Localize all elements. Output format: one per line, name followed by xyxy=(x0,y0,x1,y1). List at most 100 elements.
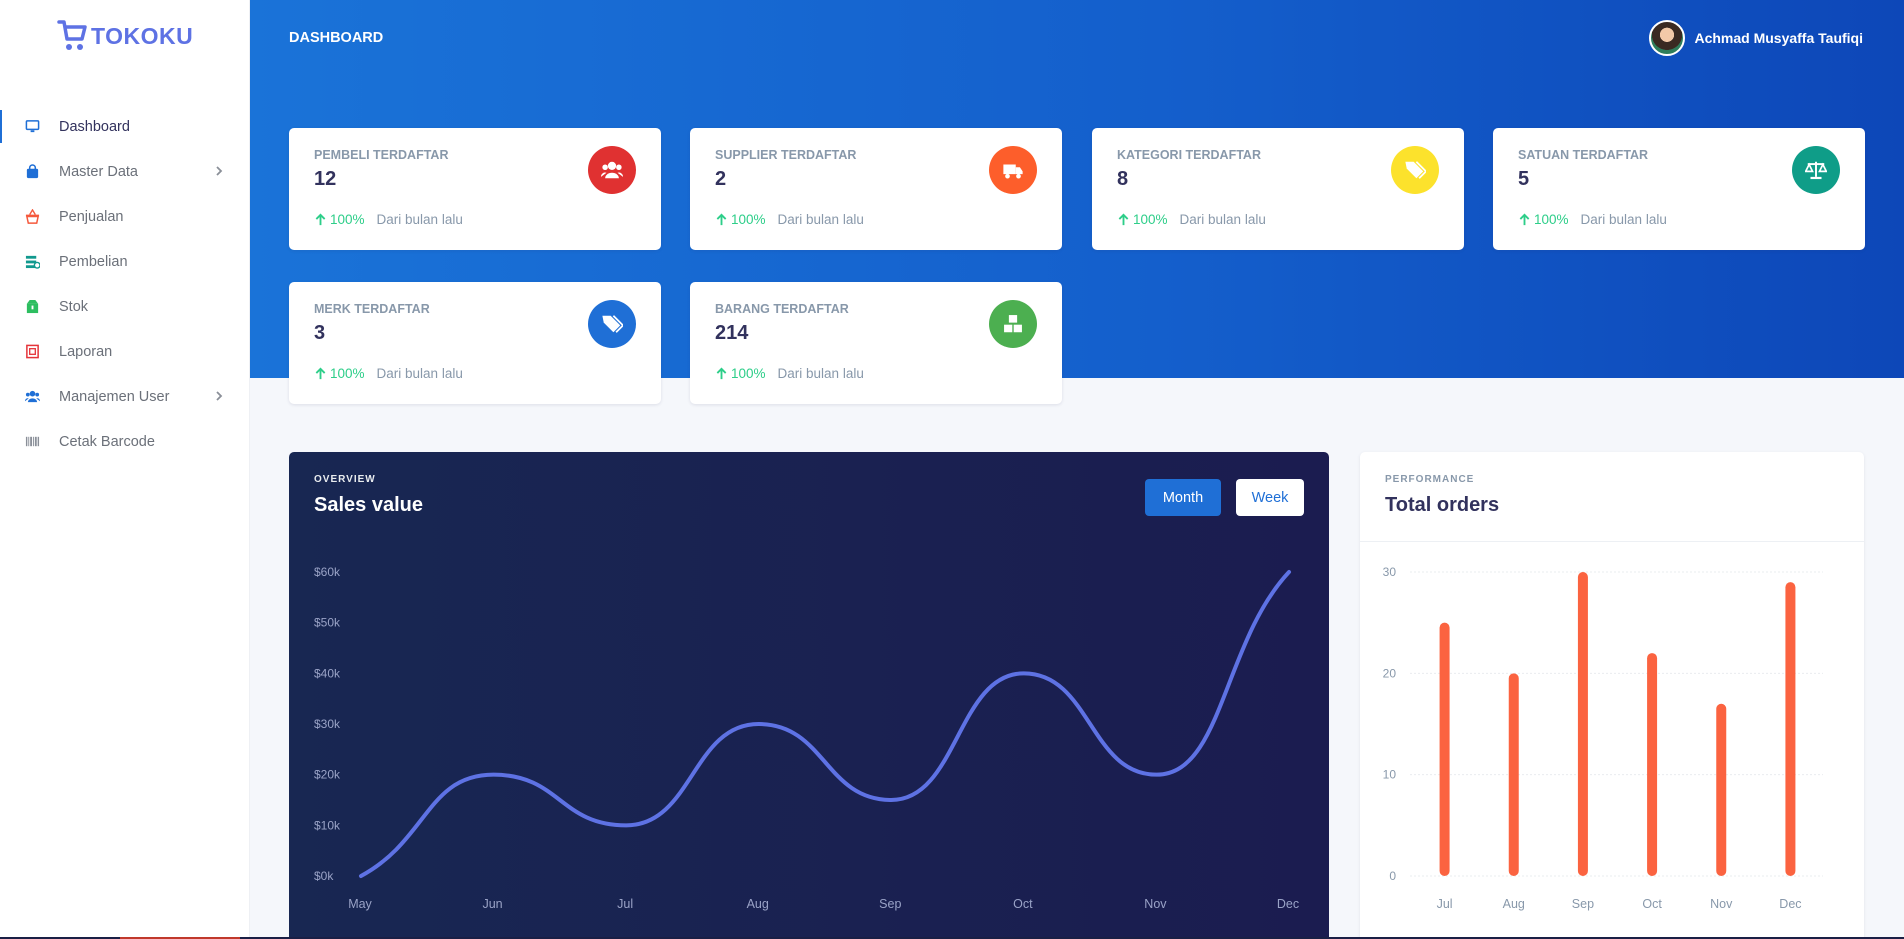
stat-percent: 100% xyxy=(731,212,766,227)
stat-caption: Dari bulan lalu xyxy=(777,212,864,227)
stat-caption: Dari bulan lalu xyxy=(1179,212,1266,227)
bag-icon xyxy=(24,164,40,180)
sidebar-item-label: Cetak Barcode xyxy=(59,433,155,450)
stat-card: SUPPLIER TERDAFTAR 2 100% Dari bulan lalu xyxy=(690,128,1062,250)
cart-icon xyxy=(57,20,87,50)
orders-bar[interactable] xyxy=(1647,653,1658,876)
arrow-up-icon xyxy=(716,367,727,380)
week-button[interactable]: Week xyxy=(1236,479,1304,516)
stat-caption: Dari bulan lalu xyxy=(1580,212,1667,227)
stat-trend: 100% Dari bulan lalu xyxy=(314,366,463,381)
orders-bar[interactable] xyxy=(1439,622,1450,876)
stat-percent: 100% xyxy=(330,212,365,227)
stat-icon-badge xyxy=(1792,146,1840,194)
y-tick-label: 10 xyxy=(1383,768,1397,782)
balance-scale-icon xyxy=(1805,161,1827,180)
orders-bar-chart: 0 10 20 30 Jul Aug Sep Oct Nov Dec xyxy=(1383,565,1823,911)
tags-icon xyxy=(602,315,623,333)
sidebar-item-laporan[interactable]: Laporan xyxy=(0,329,250,374)
sidebar-nav: Dashboard Master Data Penjualan Pembelian St… xyxy=(0,104,250,464)
y-tick-label: $60k xyxy=(314,565,341,579)
monitor-icon xyxy=(24,119,40,135)
stat-trend: 100% Dari bulan lalu xyxy=(314,212,463,227)
sidebar-item-manajemen-user[interactable]: Manajemen User xyxy=(0,374,250,419)
y-tick-label: $10k xyxy=(314,818,341,832)
box-icon xyxy=(24,299,40,315)
stat-card: KATEGORI TERDAFTAR 8 100% Dari bulan lalu xyxy=(1092,128,1464,250)
x-tick-label: Jul xyxy=(1437,897,1453,911)
report-icon xyxy=(24,344,40,360)
stat-value: 2 xyxy=(715,168,727,190)
tags-icon xyxy=(1405,161,1426,179)
y-tick-label: 20 xyxy=(1383,666,1397,680)
orders-chart-card: PERFORMANCE Total orders 0 10 20 30 Jul Aug Se… xyxy=(1360,452,1864,939)
sales-overline: OVERVIEW xyxy=(314,474,376,485)
orders-bar[interactable] xyxy=(1577,572,1588,876)
page-title: DASHBOARD xyxy=(289,30,384,46)
sales-title: Sales value xyxy=(314,494,423,516)
brand-logo[interactable]: TOKOKU xyxy=(57,18,193,54)
stat-card: BARANG TERDAFTAR 214 100% Dari bulan lalu xyxy=(690,282,1062,404)
sidebar-item-label: Manajemen User xyxy=(59,388,170,405)
sidebar-item-dashboard[interactable]: Dashboard xyxy=(0,104,250,149)
stat-percent: 100% xyxy=(731,366,766,381)
stat-caption: Dari bulan lalu xyxy=(777,366,864,381)
stat-icon-badge xyxy=(989,146,1037,194)
user-name: Achmad Musyaffa Taufiqi xyxy=(1694,30,1863,46)
y-tick-label: 0 xyxy=(1389,869,1396,883)
x-tick-label: Aug xyxy=(1503,897,1525,911)
orders-bar[interactable] xyxy=(1508,673,1519,876)
stat-title: BARANG TERDAFTAR xyxy=(715,302,849,316)
arrow-up-icon xyxy=(1118,213,1129,226)
sidebar-item-stok[interactable]: Stok xyxy=(0,284,250,329)
sidebar-item-label: Master Data xyxy=(59,163,138,180)
stat-trend: 100% Dari bulan lalu xyxy=(715,212,864,227)
sales-line-chart: $0k $10k $20k $30k $40k $50k $60k May Jun Jul Aug S… xyxy=(314,565,1299,911)
sidebar-item-pembelian[interactable]: Pembelian xyxy=(0,239,250,284)
avatar xyxy=(1649,20,1686,56)
monitor-icon xyxy=(25,120,39,133)
sidebar-item-cetak-barcode[interactable]: Cetak Barcode xyxy=(0,419,250,464)
y-tick-label: $0k xyxy=(314,869,334,883)
barcode-icon xyxy=(24,434,40,450)
y-tick-label: 30 xyxy=(1383,565,1397,579)
orders-bar[interactable] xyxy=(1785,582,1796,876)
x-tick-label: Jul xyxy=(617,897,633,911)
stat-caption: Dari bulan lalu xyxy=(376,366,463,381)
sidebar-item-label: Stok xyxy=(59,298,89,315)
stat-title: SUPPLIER TERDAFTAR xyxy=(715,148,857,162)
report-icon xyxy=(25,344,39,359)
sidebar-item-penjualan[interactable]: Penjualan xyxy=(0,194,250,239)
sidebar: TOKOKU Dashboard Master Data Penjualan Pemb… xyxy=(0,0,250,939)
x-tick-label: Oct xyxy=(1013,897,1033,911)
stat-percent: 100% xyxy=(1133,212,1168,227)
stat-card: PEMBELI TERDAFTAR 12 100% Dari bulan lalu xyxy=(289,128,661,250)
barcode-icon xyxy=(25,436,39,447)
sidebar-item-label: Laporan xyxy=(59,343,113,360)
stat-icon-badge xyxy=(588,146,636,194)
sales-chart-card: $0k $10k $20k $30k $40k $50k $60k May Jun Jul Aug S… xyxy=(289,452,1329,939)
stat-percent: 100% xyxy=(330,366,365,381)
stat-value: 5 xyxy=(1518,168,1530,190)
basket-icon xyxy=(24,209,40,225)
y-tick-label: $30k xyxy=(314,717,341,731)
users-icon xyxy=(24,389,40,405)
stat-icon-badge xyxy=(1391,146,1439,194)
sidebar-item-master-data[interactable]: Master Data xyxy=(0,149,250,194)
x-tick-label: Oct xyxy=(1642,897,1662,911)
stat-card: MERK TERDAFTAR 3 100% Dari bulan lalu xyxy=(289,282,661,404)
brand-name: TOKOKU xyxy=(91,22,194,49)
x-tick-label: Dec xyxy=(1277,897,1299,911)
truck-icon xyxy=(1003,164,1023,179)
stat-card: SATUAN TERDAFTAR 5 100% Dari bulan lalu xyxy=(1493,128,1865,250)
arrow-up-icon xyxy=(716,213,727,226)
x-tick-label: Nov xyxy=(1144,897,1167,911)
month-button[interactable]: Month xyxy=(1145,479,1221,516)
user-menu[interactable]: Achmad Musyaffa Taufiqi xyxy=(1649,20,1863,56)
x-tick-label: Sep xyxy=(1572,897,1594,911)
stat-title: MERK TERDAFTAR xyxy=(314,302,430,316)
sidebar-item-label: Dashboard xyxy=(59,118,130,135)
x-tick-label: Dec xyxy=(1779,897,1801,911)
orders-bar[interactable] xyxy=(1716,703,1727,876)
users-icon xyxy=(24,390,40,403)
